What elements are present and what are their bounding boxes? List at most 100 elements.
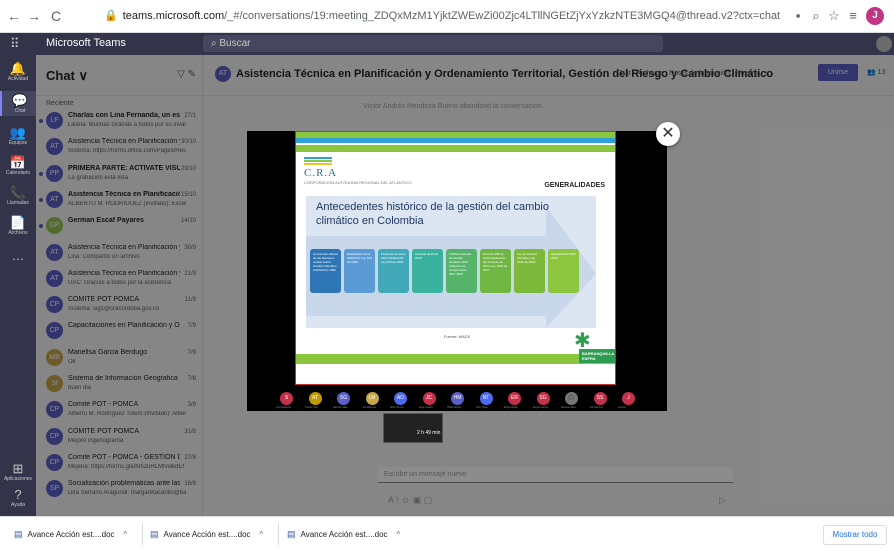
timeline-milestone: Convención Marco de las Naciones Unidas … (310, 249, 341, 293)
chat-icon: 💬 (11, 93, 29, 108)
download-filename: Avance Acción est....doc (163, 530, 251, 539)
rail-label: Calendario (5, 170, 31, 176)
participant-avatar[interactable]: J (622, 392, 635, 405)
slide-footer-bar (296, 354, 615, 364)
participant-name: Jorge Castro (418, 406, 433, 409)
back-button[interactable]: ← (6, 8, 22, 24)
participant-name: Lina Marcela (361, 406, 376, 409)
participant-avatar[interactable]: AO (394, 392, 407, 405)
participant-avatar[interactable]: AT (308, 392, 322, 405)
lock-icon: 🔒 (104, 10, 118, 22)
cast-icon[interactable]: ▪ (790, 8, 806, 24)
participant-name: Sol Sanchez (589, 406, 604, 409)
rail-more[interactable]: … (0, 248, 36, 263)
divider (278, 523, 279, 545)
close-viewer-button[interactable]: ✕ (656, 122, 680, 146)
timeline-milestone: Ley de Cambio Climático Ley 1931 de 2018 (514, 249, 545, 293)
waffle-icon[interactable]: ⠿ (10, 36, 26, 52)
teams-header: ⠿ Microsoft Teams ⌕ Buscar (0, 33, 894, 55)
participant-avatar[interactable]: S (280, 392, 293, 405)
download-item[interactable]: ▤ Avance Acción est....doc ^ (287, 526, 400, 542)
show-all-button[interactable]: Mostrar todo (823, 525, 887, 545)
rail-label: Llamadas (7, 200, 29, 206)
download-filename: Avance Acción est....doc (27, 530, 115, 539)
rail-calls[interactable]: 📞 Llamadas (0, 185, 36, 206)
participant-name: Nelly Tapia (475, 406, 488, 409)
rail-activity[interactable]: 🔔 Actividad (0, 61, 36, 82)
more-icon: … (11, 248, 25, 263)
calendar-icon: 📅 (9, 155, 27, 170)
search-input[interactable]: ⌕ Buscar (203, 35, 663, 52)
participant-name: Hilda Molina (447, 406, 461, 409)
star-icon[interactable]: ☆ (826, 8, 842, 24)
cra-logo-subtitle: CORPORACIÓN AUTÓNOMA REGIONAL DEL ATLÁNT… (304, 180, 412, 185)
divider (142, 523, 143, 545)
user-avatar[interactable] (876, 36, 892, 52)
participant-name: Alba Orozco (390, 406, 404, 409)
rail-chat[interactable]: 💬 Chat (0, 91, 38, 116)
participant-avatar[interactable]: SG (337, 392, 350, 405)
timeline-milestone: Protocolo de Kioto 1997 Ratificación Ley… (378, 249, 409, 293)
timeline-milestone: Política nacional de cambio climático 20… (446, 249, 477, 293)
shared-slide: C.R.A CORPORACIÓN AUTÓNOMA REGIONAL DEL … (295, 131, 616, 385)
rail-label: Actividad (7, 76, 29, 82)
participant-name: Sandra Gallo (333, 406, 348, 409)
participant-avatar[interactable]: 🎧 (565, 392, 578, 405)
recording-duration: 2 h 49 min (417, 430, 441, 436)
rail-files[interactable]: 📄 Archivos (0, 215, 36, 236)
word-doc-icon: ▤ (14, 529, 23, 539)
rail-label: Chat (14, 108, 26, 114)
zoom-icon[interactable]: ⌕ (808, 8, 824, 24)
rail-apps[interactable]: ⊞ Aplicaciones (0, 461, 36, 482)
teams-icon: 👥 (9, 125, 27, 140)
chevron-up-icon[interactable]: ^ (124, 530, 128, 539)
participant-name: Marlene Brito (561, 406, 576, 409)
rail-teams[interactable]: 👥 Equipos (0, 125, 36, 146)
participant-avatar[interactable]: SG (536, 392, 550, 405)
timeline-milestone: Ratificación de la CMNUCC Ley 164 de 199… (344, 249, 375, 293)
phone-icon: 📞 (9, 185, 27, 200)
reading-list-icon[interactable]: ≡ (845, 8, 861, 24)
participant-name: Edgar Rojas (504, 406, 518, 409)
rail-help[interactable]: ? Ayuda (0, 487, 36, 508)
download-filename: Avance Acción est....doc (300, 530, 388, 539)
slide-section-label: GENERALIDADES (544, 182, 605, 189)
bell-icon: 🔔 (9, 61, 27, 76)
participant-avatar[interactable]: NT (479, 392, 493, 405)
slide-header-stripes (296, 132, 615, 152)
cra-logo: C.R.A (304, 167, 338, 179)
participant-avatar[interactable]: HM (451, 392, 464, 405)
slide-source: Fuente: MADS (444, 334, 471, 339)
participant-avatar[interactable]: SS (593, 392, 607, 405)
file-icon: 📄 (9, 215, 27, 230)
timeline-milestone: Decreto 298 de 2016 Ratificación del Acu… (480, 249, 511, 293)
cra-logo-bars (304, 157, 332, 166)
app-title: Microsoft Teams (46, 37, 126, 49)
browser-toolbar: ← → C 🔒 teams.microsoft.com/_#/conversati… (0, 0, 894, 33)
slide-footer (296, 364, 615, 384)
participant-avatar[interactable]: ER (508, 392, 521, 405)
downloads-bar: ▤ Avance Acción est....doc ^ ▤ Avance Acció… (0, 516, 894, 551)
download-item[interactable]: ▤ Avance Acción est....doc ^ (14, 526, 127, 542)
word-doc-icon: ▤ (287, 529, 296, 539)
timeline-milestone: Actualización NDC 2020 (548, 249, 579, 293)
word-doc-icon: ▤ (150, 529, 159, 539)
participant-name: Josefa (618, 406, 626, 409)
participant-avatar[interactable]: JC (422, 392, 436, 405)
recording-thumbnail[interactable]: 2 h 49 min (383, 413, 443, 443)
address-bar[interactable]: 🔒 teams.microsoft.com/_#/conversations/19… (104, 6, 794, 26)
reload-button[interactable]: C (48, 8, 64, 24)
rail-calendar[interactable]: 📅 Calendario (0, 155, 36, 176)
participant-avatar[interactable]: LM (365, 392, 379, 405)
chevron-up-icon[interactable]: ^ (260, 530, 264, 539)
timeline-milestone: Acuerdo de París 2015 (412, 249, 443, 293)
rail-label: Equipos (8, 140, 28, 146)
profile-avatar[interactable]: J (866, 7, 884, 25)
rail-label: Archivos (8, 230, 28, 236)
rail-label: Aplicaciones (3, 476, 33, 482)
participant-strip: S Luis Eduardo AT Andrés Tarif SG Sandra Gall… (270, 390, 660, 410)
download-item[interactable]: ▤ Avance Acción est....doc ^ (150, 526, 263, 542)
chevron-up-icon[interactable]: ^ (397, 530, 401, 539)
url-host: teams.microsoft.com (122, 10, 225, 22)
forward-button[interactable]: → (26, 8, 42, 24)
